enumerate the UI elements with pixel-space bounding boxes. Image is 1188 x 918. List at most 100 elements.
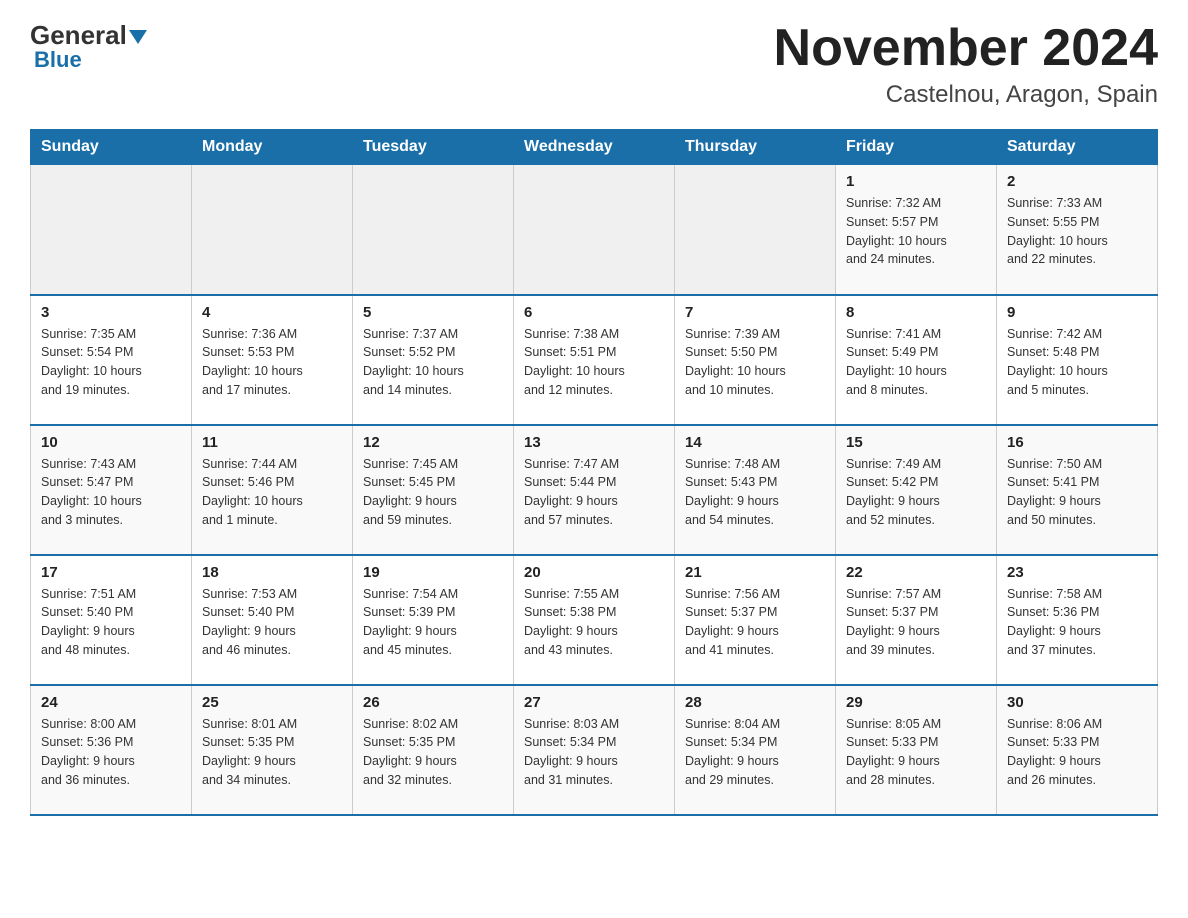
day-number: 2 xyxy=(1007,173,1147,190)
day-number: 3 xyxy=(41,304,181,321)
calendar-cell: 25Sunrise: 8:01 AM Sunset: 5:35 PM Dayli… xyxy=(192,685,353,815)
weekday-header-sunday: Sunday xyxy=(31,130,192,165)
day-number: 19 xyxy=(363,564,503,581)
day-info: Sunrise: 7:35 AM Sunset: 5:54 PM Dayligh… xyxy=(41,325,181,400)
day-info: Sunrise: 8:05 AM Sunset: 5:33 PM Dayligh… xyxy=(846,715,986,790)
day-number: 17 xyxy=(41,564,181,581)
calendar-cell: 9 Sunrise: 7:42 AM Sunset: 5:48 PM Daylig… xyxy=(997,295,1158,425)
weekday-header-tuesday: Tuesday xyxy=(353,130,514,165)
calendar-cell: 13 Sunrise: 7:47 AM Sunset: 5:44 PM Dayli… xyxy=(514,425,675,555)
calendar-week-row: 10 Sunrise: 7:43 AM Sunset: 5:47 PM Dayli… xyxy=(31,425,1158,555)
calendar-cell: 5Sunrise: 7:37 AM Sunset: 5:52 PM Daylig… xyxy=(353,295,514,425)
day-info: Sunrise: 7:38 AM Sunset: 5:51 PM Dayligh… xyxy=(524,325,664,400)
day-number: 7 xyxy=(685,304,825,321)
calendar-cell: 2 Sunrise: 7:33 AM Sunset: 5:55 PM Daylig… xyxy=(997,165,1158,295)
day-info: Sunrise: 8:01 AM Sunset: 5:35 PM Dayligh… xyxy=(202,715,342,790)
day-number: 30 xyxy=(1007,694,1147,711)
day-info: Sunrise: 7:51 AM Sunset: 5:40 PM Dayligh… xyxy=(41,585,181,660)
calendar-cell: 8 Sunrise: 7:41 AM Sunset: 5:49 PM Daylig… xyxy=(836,295,997,425)
calendar-week-row: 3 Sunrise: 7:35 AM Sunset: 5:54 PM Daylig… xyxy=(31,295,1158,425)
day-info: Sunrise: 8:04 AM Sunset: 5:34 PM Dayligh… xyxy=(685,715,825,790)
day-info: Sunrise: 8:03 AM Sunset: 5:34 PM Dayligh… xyxy=(524,715,664,790)
calendar-week-row: 1 Sunrise: 7:32 AM Sunset: 5:57 PM Daylig… xyxy=(31,165,1158,295)
day-info: Sunrise: 7:44 AM Sunset: 5:46 PM Dayligh… xyxy=(202,455,342,530)
day-number: 18 xyxy=(202,564,342,581)
day-info: Sunrise: 7:39 AM Sunset: 5:50 PM Dayligh… xyxy=(685,325,825,400)
day-info: Sunrise: 7:50 AM Sunset: 5:41 PM Dayligh… xyxy=(1007,455,1147,530)
day-number: 6 xyxy=(524,304,664,321)
day-number: 13 xyxy=(524,434,664,451)
calendar-cell: 21 Sunrise: 7:56 AM Sunset: 5:37 PM Dayli… xyxy=(675,555,836,685)
calendar-cell xyxy=(514,165,675,295)
calendar-cell: 29Sunrise: 8:05 AM Sunset: 5:33 PM Dayli… xyxy=(836,685,997,815)
day-number: 20 xyxy=(524,564,664,581)
weekday-header-wednesday: Wednesday xyxy=(514,130,675,165)
calendar-cell: 24 Sunrise: 8:00 AM Sunset: 5:36 PM Dayli… xyxy=(31,685,192,815)
calendar-cell: 30 Sunrise: 8:06 AM Sunset: 5:33 PM Dayli… xyxy=(997,685,1158,815)
calendar-cell: 3 Sunrise: 7:35 AM Sunset: 5:54 PM Daylig… xyxy=(31,295,192,425)
calendar-cell: 17 Sunrise: 7:51 AM Sunset: 5:40 PM Dayli… xyxy=(31,555,192,685)
day-info: Sunrise: 7:33 AM Sunset: 5:55 PM Dayligh… xyxy=(1007,194,1147,269)
calendar-cell: 16 Sunrise: 7:50 AM Sunset: 5:41 PM Dayli… xyxy=(997,425,1158,555)
day-info: Sunrise: 7:53 AM Sunset: 5:40 PM Dayligh… xyxy=(202,585,342,660)
day-info: Sunrise: 8:06 AM Sunset: 5:33 PM Dayligh… xyxy=(1007,715,1147,790)
day-info: Sunrise: 7:45 AM Sunset: 5:45 PM Dayligh… xyxy=(363,455,503,530)
day-info: Sunrise: 7:56 AM Sunset: 5:37 PM Dayligh… xyxy=(685,585,825,660)
day-number: 4 xyxy=(202,304,342,321)
day-info: Sunrise: 7:48 AM Sunset: 5:43 PM Dayligh… xyxy=(685,455,825,530)
calendar-cell: 28 Sunrise: 8:04 AM Sunset: 5:34 PM Dayli… xyxy=(675,685,836,815)
day-info: Sunrise: 7:47 AM Sunset: 5:44 PM Dayligh… xyxy=(524,455,664,530)
calendar-cell xyxy=(31,165,192,295)
day-info: Sunrise: 7:37 AM Sunset: 5:52 PM Dayligh… xyxy=(363,325,503,400)
day-info: Sunrise: 8:00 AM Sunset: 5:36 PM Dayligh… xyxy=(41,715,181,790)
day-info: Sunrise: 7:57 AM Sunset: 5:37 PM Dayligh… xyxy=(846,585,986,660)
day-number: 8 xyxy=(846,304,986,321)
day-number: 14 xyxy=(685,434,825,451)
day-number: 28 xyxy=(685,694,825,711)
weekday-header-saturday: Saturday xyxy=(997,130,1158,165)
day-number: 16 xyxy=(1007,434,1147,451)
day-info: Sunrise: 7:55 AM Sunset: 5:38 PM Dayligh… xyxy=(524,585,664,660)
day-number: 12 xyxy=(363,434,503,451)
day-number: 21 xyxy=(685,564,825,581)
calendar-cell xyxy=(192,165,353,295)
calendar-cell: 22 Sunrise: 7:57 AM Sunset: 5:37 PM Dayli… xyxy=(836,555,997,685)
day-number: 10 xyxy=(41,434,181,451)
day-number: 24 xyxy=(41,694,181,711)
title-block: November 2024 Castelnou, Aragon, Spain xyxy=(774,20,1158,109)
day-info: Sunrise: 7:42 AM Sunset: 5:48 PM Dayligh… xyxy=(1007,325,1147,400)
day-info: Sunrise: 7:58 AM Sunset: 5:36 PM Dayligh… xyxy=(1007,585,1147,660)
calendar-cell: 7 Sunrise: 7:39 AM Sunset: 5:50 PM Daylig… xyxy=(675,295,836,425)
calendar-cell: 26 Sunrise: 8:02 AM Sunset: 5:35 PM Dayli… xyxy=(353,685,514,815)
day-info: Sunrise: 7:43 AM Sunset: 5:47 PM Dayligh… xyxy=(41,455,181,530)
logo-general-text: General xyxy=(30,20,147,50)
day-number: 9 xyxy=(1007,304,1147,321)
calendar-cell: 6 Sunrise: 7:38 AM Sunset: 5:51 PM Daylig… xyxy=(514,295,675,425)
day-number: 11 xyxy=(202,434,342,451)
logo: General Blue xyxy=(30,20,147,73)
calendar-cell: 10 Sunrise: 7:43 AM Sunset: 5:47 PM Dayli… xyxy=(31,425,192,555)
calendar-header-row: SundayMondayTuesdayWednesdayThursdayFrid… xyxy=(31,130,1158,165)
calendar-cell xyxy=(353,165,514,295)
calendar-cell: 12 Sunrise: 7:45 AM Sunset: 5:45 PM Dayli… xyxy=(353,425,514,555)
day-number: 15 xyxy=(846,434,986,451)
month-title: November 2024 xyxy=(774,20,1158,77)
location-title: Castelnou, Aragon, Spain xyxy=(774,81,1158,109)
day-info: Sunrise: 7:49 AM Sunset: 5:42 PM Dayligh… xyxy=(846,455,986,530)
calendar-cell: 23Sunrise: 7:58 AM Sunset: 5:36 PM Dayli… xyxy=(997,555,1158,685)
page-header: General Blue November 2024 Castelnou, Ar… xyxy=(30,20,1158,109)
calendar-cell: 15 Sunrise: 7:49 AM Sunset: 5:42 PM Dayli… xyxy=(836,425,997,555)
calendar-cell: 14 Sunrise: 7:48 AM Sunset: 5:43 PM Dayli… xyxy=(675,425,836,555)
day-number: 22 xyxy=(846,564,986,581)
day-number: 1 xyxy=(846,173,986,190)
day-info: Sunrise: 8:02 AM Sunset: 5:35 PM Dayligh… xyxy=(363,715,503,790)
logo-blue-text: Blue xyxy=(34,47,82,73)
day-number: 27 xyxy=(524,694,664,711)
day-info: Sunrise: 7:41 AM Sunset: 5:49 PM Dayligh… xyxy=(846,325,986,400)
weekday-header-thursday: Thursday xyxy=(675,130,836,165)
day-number: 26 xyxy=(363,694,503,711)
day-info: Sunrise: 7:54 AM Sunset: 5:39 PM Dayligh… xyxy=(363,585,503,660)
day-info: Sunrise: 7:32 AM Sunset: 5:57 PM Dayligh… xyxy=(846,194,986,269)
calendar-cell: 11 Sunrise: 7:44 AM Sunset: 5:46 PM Dayli… xyxy=(192,425,353,555)
calendar-cell: 20 Sunrise: 7:55 AM Sunset: 5:38 PM Dayli… xyxy=(514,555,675,685)
